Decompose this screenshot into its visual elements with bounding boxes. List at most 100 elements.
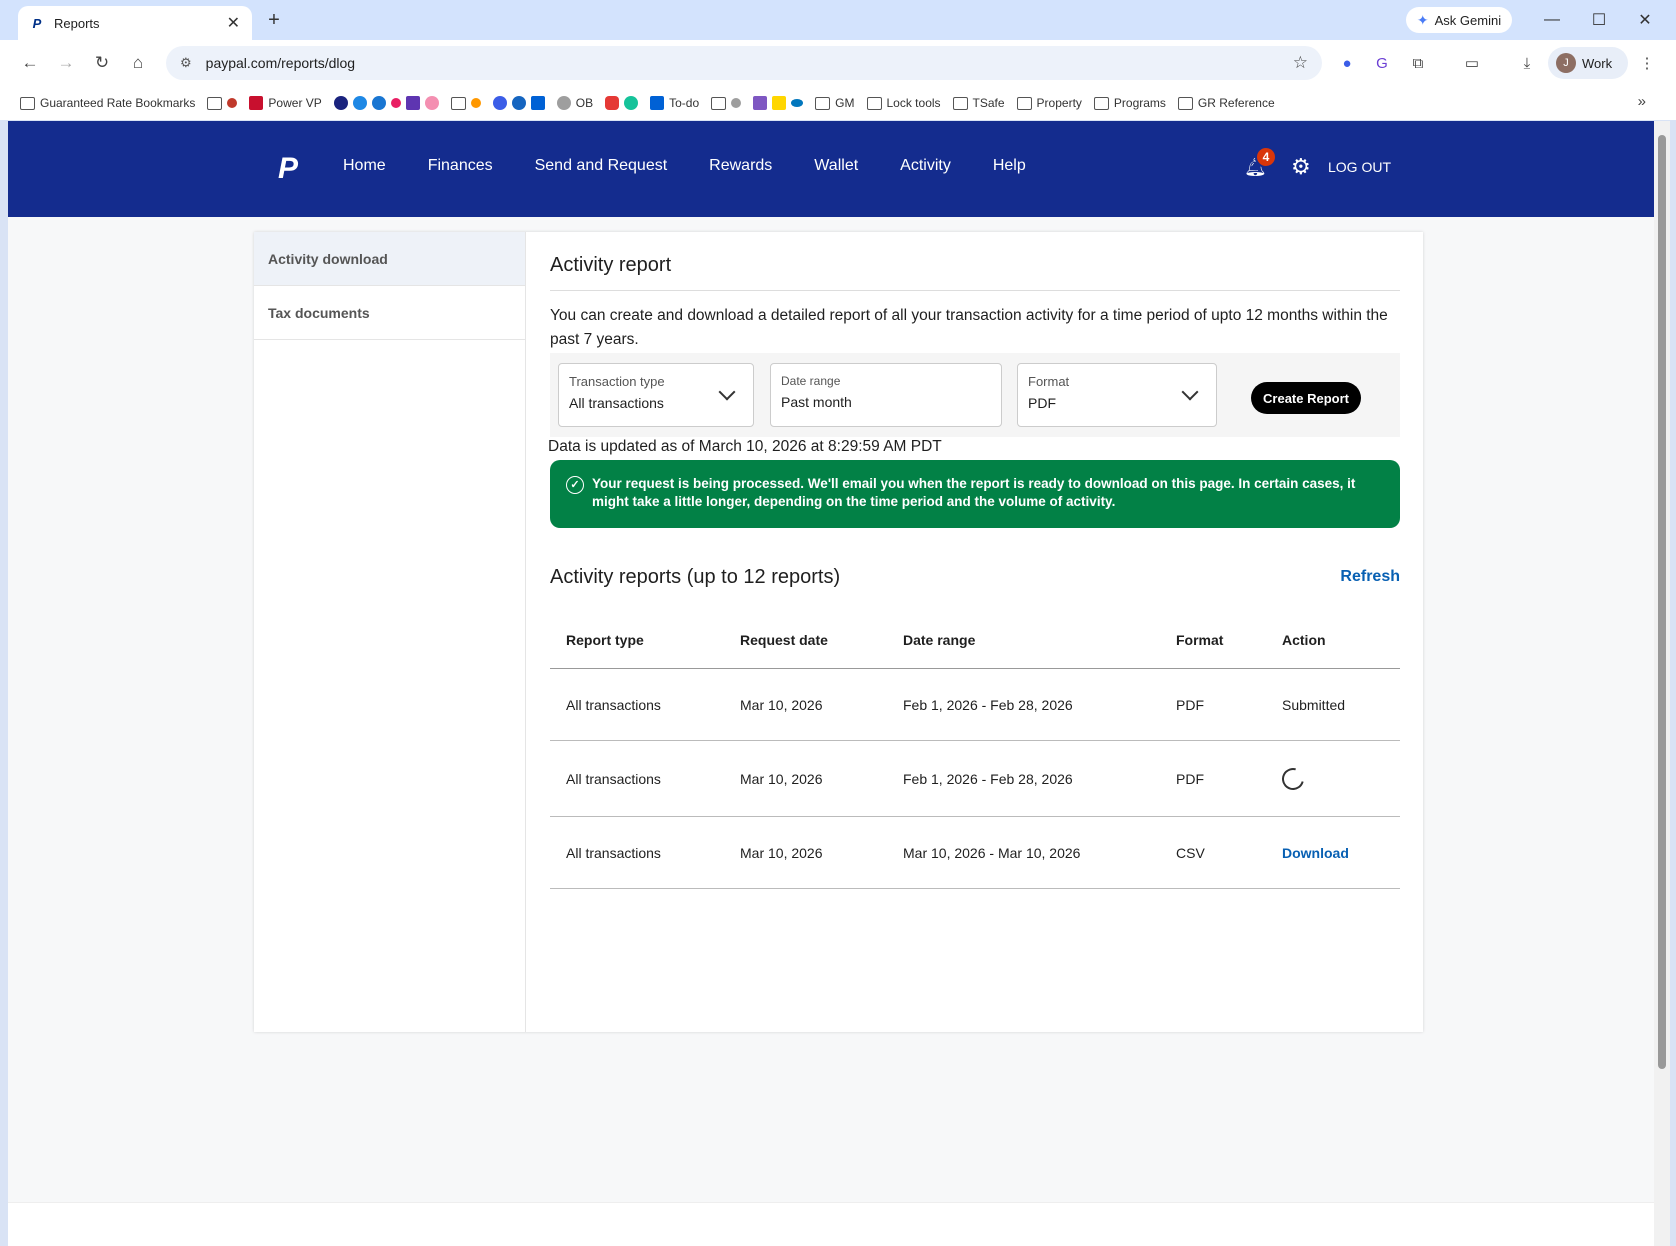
cell-report-type: All transactions bbox=[566, 696, 661, 713]
cell-date-range: Feb 1, 2026 - Feb 28, 2026 bbox=[903, 770, 1073, 787]
site-info-icon[interactable]: ⚙ bbox=[180, 55, 192, 71]
close-tab-icon[interactable]: ✕ bbox=[227, 13, 240, 33]
reports-list-title: Activity reports (up to 12 reports) bbox=[550, 566, 841, 588]
sidebar-item-activity-download[interactable]: Activity download bbox=[254, 232, 525, 286]
bookmark-label: TSafe bbox=[972, 96, 1005, 110]
nav-finances[interactable]: Finances bbox=[428, 157, 493, 175]
menu-kebab-icon[interactable]: ⋮ bbox=[1634, 50, 1660, 76]
create-report-button[interactable]: Create Report bbox=[1251, 382, 1361, 414]
nav-wallet[interactable]: Wallet bbox=[814, 157, 858, 175]
gear-icon[interactable]: ⚙ bbox=[1291, 154, 1311, 180]
site-icon bbox=[470, 98, 481, 108]
site-icon bbox=[511, 96, 526, 110]
nav-activity[interactable]: Activity bbox=[900, 157, 951, 175]
folder-icon bbox=[866, 96, 882, 110]
cell-date-range: Mar 10, 2026 - Mar 10, 2026 bbox=[903, 844, 1081, 861]
grammarly-icon[interactable]: G bbox=[1369, 50, 1395, 76]
bookmark-gr-reference[interactable]: GR Reference bbox=[1177, 96, 1275, 110]
scrollbar-thumb[interactable] bbox=[1658, 135, 1666, 1069]
ask-gemini-button[interactable]: ✦ Ask Gemini bbox=[1406, 7, 1512, 33]
forward-button[interactable]: → bbox=[52, 49, 80, 77]
grammarly-icon bbox=[624, 96, 639, 110]
cell-action-status: Submitted bbox=[1282, 696, 1346, 713]
format-select[interactable]: Format PDF bbox=[1017, 363, 1217, 427]
sidebar: Activity download Tax documents bbox=[254, 232, 526, 1032]
folder-icon bbox=[711, 96, 727, 110]
bookmark-to-do[interactable]: To-do bbox=[650, 96, 699, 110]
bookmark-guaranteed-rate[interactable]: Guaranteed Rate Bookmarks bbox=[20, 96, 195, 110]
profile-button[interactable]: J Work bbox=[1548, 47, 1628, 79]
maximize-button[interactable]: ☐ bbox=[1579, 6, 1619, 34]
address-bar[interactable]: ⚙ paypal.com/reports/dlog ☆ bbox=[166, 46, 1322, 80]
bookmark-icons-group-3[interactable] bbox=[605, 96, 639, 110]
table-header: Report type Request date Date range Form… bbox=[550, 612, 1400, 669]
transaction-type-label: Transaction type bbox=[569, 374, 665, 389]
close-window-button[interactable]: ✕ bbox=[1625, 6, 1665, 34]
tab-reports[interactable]: P Reports ✕ bbox=[18, 6, 252, 40]
folder-icon bbox=[1177, 96, 1193, 110]
cell-format: CSV bbox=[1176, 844, 1205, 861]
tab-strip: P Reports ✕ + ✦ Ask Gemini — ☐ ✕ bbox=[0, 0, 1676, 40]
nav-rewards[interactable]: Rewards bbox=[709, 157, 772, 175]
chevron-more-bookmarks-icon[interactable]: » bbox=[1638, 93, 1646, 110]
col-request-date: Request date bbox=[740, 632, 828, 648]
download-link[interactable]: Download bbox=[1282, 817, 1349, 888]
nav-send-request[interactable]: Send and Request bbox=[535, 157, 668, 175]
site-icon bbox=[791, 99, 804, 107]
site-icon bbox=[390, 98, 401, 108]
col-action: Action bbox=[1282, 632, 1326, 648]
nav-home[interactable]: Home bbox=[343, 157, 386, 175]
date-range-select[interactable]: Date range Past month bbox=[770, 363, 1002, 427]
table-row: All transactions Mar 10, 2026 Mar 10, 20… bbox=[550, 817, 1400, 889]
bookmark-folder-3[interactable] bbox=[711, 96, 742, 110]
site-icon bbox=[772, 96, 787, 110]
new-tab-button[interactable]: + bbox=[262, 8, 286, 32]
scrollbar[interactable] bbox=[1654, 121, 1670, 1246]
divider bbox=[550, 290, 1400, 291]
folder-icon bbox=[815, 96, 831, 110]
bookmark-icons-group[interactable] bbox=[333, 96, 439, 110]
bookmark-tsafe[interactable]: TSafe bbox=[952, 96, 1005, 110]
cell-request-date: Mar 10, 2026 bbox=[740, 770, 823, 787]
browser-window: P Reports ✕ + ✦ Ask Gemini — ☐ ✕ ← → ↻ ⌂… bbox=[0, 0, 1676, 1246]
site-icon bbox=[424, 96, 439, 110]
paypal-favicon-icon: P bbox=[32, 15, 42, 31]
bookmark-property[interactable]: Property bbox=[1016, 96, 1082, 110]
folder-icon bbox=[1016, 96, 1032, 110]
folder-icon bbox=[20, 96, 35, 110]
bookmark-label: Power VP bbox=[268, 96, 322, 110]
extension-icon[interactable]: ● bbox=[1334, 50, 1360, 76]
reload-button[interactable]: ↻ bbox=[88, 49, 116, 77]
page-viewport: P Home Finances Send and Request Rewards… bbox=[8, 121, 1654, 1246]
bookmark-programs[interactable]: Programs bbox=[1093, 96, 1166, 110]
folder-icon bbox=[952, 96, 968, 110]
folder-icon bbox=[450, 96, 466, 110]
bookmark-folder[interactable] bbox=[207, 96, 238, 110]
bookmark-ob[interactable]: OB bbox=[556, 96, 593, 110]
bookmark-star-icon[interactable]: ☆ bbox=[1293, 53, 1308, 73]
transaction-type-select[interactable]: Transaction type All transactions bbox=[558, 363, 754, 427]
youtube-icon bbox=[605, 96, 620, 110]
download-icon[interactable]: ⤓ bbox=[1514, 50, 1540, 76]
cast-icon[interactable]: ▭ bbox=[1459, 50, 1485, 76]
gemini-sparkle-icon: ✦ bbox=[1416, 11, 1429, 28]
paypal-logo-icon[interactable]: P bbox=[278, 153, 304, 185]
logout-link[interactable]: LOG OUT bbox=[1328, 159, 1391, 175]
nav-help[interactable]: Help bbox=[993, 157, 1026, 175]
salesforce-icon bbox=[352, 96, 367, 110]
bookmark-label: GM bbox=[835, 96, 855, 110]
intro-text: You can create and download a detailed r… bbox=[550, 307, 1388, 348]
bookmark-icons-group-4[interactable] bbox=[753, 96, 804, 110]
minimize-button[interactable]: — bbox=[1532, 6, 1572, 34]
bookmark-icons-group-2[interactable] bbox=[492, 96, 545, 110]
back-button[interactable]: ← bbox=[16, 49, 44, 77]
bookmark-gm[interactable]: GM bbox=[815, 96, 855, 110]
bookmark-lock-tools[interactable]: Lock tools bbox=[866, 96, 941, 110]
bookmark-folder-2[interactable] bbox=[450, 96, 481, 110]
bookmark-power-vp[interactable]: Power VP bbox=[249, 96, 322, 110]
extensions-puzzle-icon[interactable]: ⧉ bbox=[1405, 50, 1431, 76]
col-format: Format bbox=[1176, 632, 1224, 648]
refresh-link[interactable]: Refresh bbox=[1340, 568, 1400, 586]
home-button[interactable]: ⌂ bbox=[124, 49, 152, 77]
sidebar-item-tax-documents[interactable]: Tax documents bbox=[254, 286, 525, 340]
